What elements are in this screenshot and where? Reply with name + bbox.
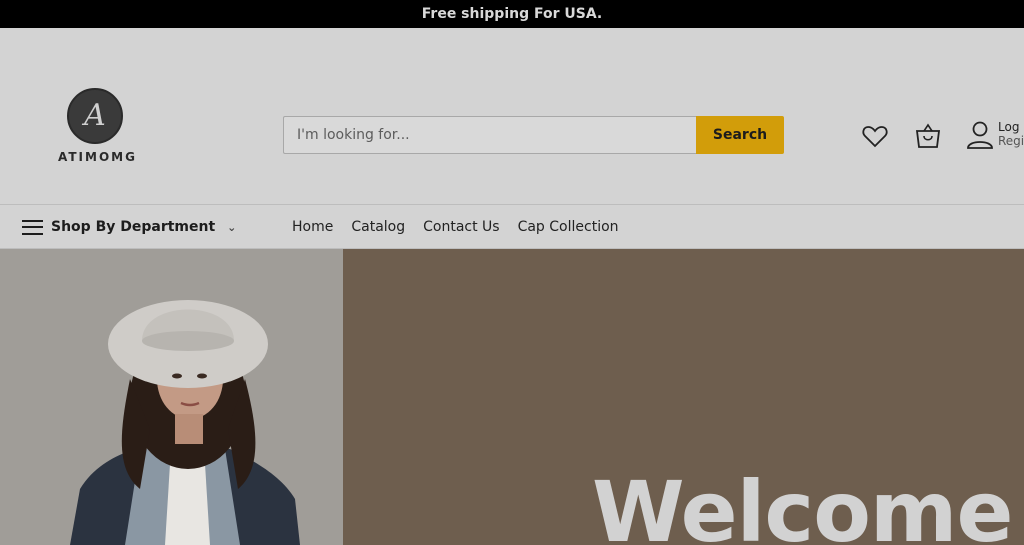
- search-button[interactable]: Search: [696, 116, 784, 154]
- hero-banner: Welcome: [343, 249, 1024, 545]
- department-label: Shop By Department: [51, 219, 216, 235]
- shop-by-department-menu[interactable]: Shop By Department ⌄: [22, 205, 236, 249]
- nav-links: Home Catalog Contact Us Cap Collection: [292, 205, 619, 249]
- model-illustration: [0, 249, 343, 545]
- site-header: A ATIMOMG Search Log Regi: [0, 28, 1024, 205]
- user-icon[interactable]: [966, 120, 994, 149]
- account-links[interactable]: Log Regi: [998, 120, 1024, 148]
- hero-headline: Welcome: [592, 463, 1013, 545]
- nav-link-home[interactable]: Home: [292, 219, 333, 235]
- hero-model-image: [0, 249, 343, 545]
- nav-link-contact-us[interactable]: Contact Us: [423, 219, 499, 235]
- shopping-bag-icon[interactable]: [914, 122, 942, 150]
- announcement-bar: Free shipping For USA.: [0, 0, 1024, 28]
- main-navigation: Shop By Department ⌄ Home Catalog Contac…: [0, 205, 1024, 249]
- logo-letter: A: [84, 98, 106, 133]
- brand-logo[interactable]: A ATIMOMG: [58, 88, 137, 164]
- search-input[interactable]: [283, 116, 696, 154]
- logo-emblem: A: [67, 88, 123, 144]
- search-bar: Search: [283, 116, 784, 154]
- nav-link-cap-collection[interactable]: Cap Collection: [518, 219, 619, 235]
- login-link[interactable]: Log: [998, 120, 1024, 134]
- heart-icon[interactable]: [861, 122, 889, 150]
- chevron-down-icon: ⌄: [227, 220, 237, 234]
- register-link[interactable]: Regi: [998, 134, 1024, 148]
- nav-link-catalog[interactable]: Catalog: [351, 219, 405, 235]
- announcement-text: Free shipping For USA.: [421, 6, 603, 22]
- brand-name: ATIMOMG: [58, 150, 137, 164]
- hamburger-icon: [22, 219, 43, 235]
